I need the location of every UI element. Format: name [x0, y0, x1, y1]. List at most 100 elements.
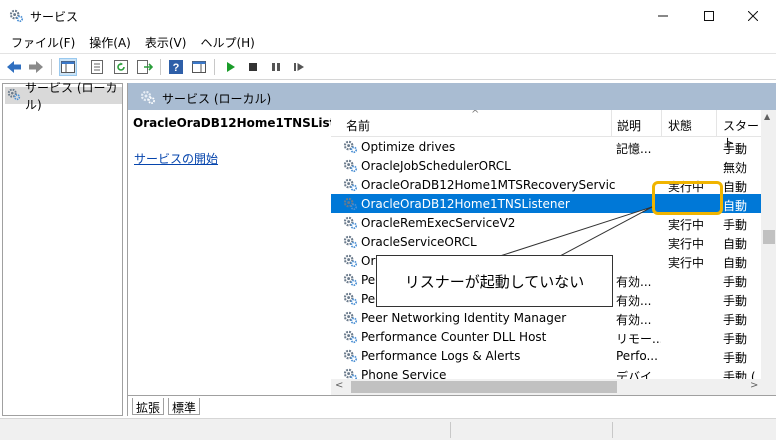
table-row[interactable]: OracleServiceORCL 実行中 自動 [331, 232, 761, 251]
table-row[interactable]: OracleRemExecServiceV2 実行中 手動 [331, 213, 761, 232]
menu-view[interactable]: 表示(V) [138, 31, 194, 53]
service-gear-icon [343, 348, 358, 363]
panel-header: サービス (ローカル) [128, 83, 776, 110]
horizontal-scroll-thumb[interactable] [351, 381, 617, 393]
back-arrow-icon[interactable] [5, 58, 23, 76]
service-description-cell: 有効... [616, 275, 652, 289]
service-startup-cell: 無効 [723, 161, 748, 175]
column-header-description[interactable]: 説明 [617, 117, 641, 134]
list-header: ^ 名前 説明 状態 スタート [331, 110, 761, 150]
service-gear-icon [343, 158, 358, 173]
tab-extended[interactable]: 拡張 [132, 398, 165, 415]
service-gear-icon [343, 310, 358, 325]
table-row[interactable]: Optimize drives 記憶... 手動 [331, 137, 761, 156]
service-name-cell: OracleServiceORCL [361, 235, 477, 249]
service-description-cell: Perfo... [616, 349, 658, 363]
close-button[interactable] [730, 0, 776, 31]
status-divider [450, 422, 451, 438]
scroll-corner [761, 379, 776, 395]
table-row[interactable]: OracleJobSchedulerORCL 無効 [331, 156, 761, 175]
service-name-cell: Peer Networking Identity Manager [361, 311, 567, 325]
service-startup-cell: 手動 [723, 275, 748, 289]
menu-file[interactable]: ファイル(F) [4, 31, 82, 53]
column-divider[interactable] [611, 110, 612, 137]
forward-arrow-icon[interactable] [27, 58, 45, 76]
service-name-cell: OracleOraDB12Home1MTSRecoveryService [361, 178, 616, 192]
horizontal-scrollbar[interactable]: < > [331, 379, 761, 395]
service-gear-icon [343, 234, 358, 249]
service-name-cell: Performance Logs & Alerts [361, 349, 521, 363]
refresh-icon[interactable] [112, 58, 130, 76]
status-divider [612, 422, 613, 438]
service-name-cell: OracleJobSchedulerORCL [361, 159, 511, 173]
window-title: サービス [30, 10, 79, 24]
service-description-cell: 有効... [616, 313, 652, 327]
status-bar [0, 418, 776, 440]
table-row[interactable]: Peer Networking Identity Manager 有効... 手動 [331, 308, 761, 327]
properties-icon[interactable] [88, 58, 106, 76]
scroll-up-icon[interactable]: ▲ [764, 112, 770, 121]
service-gear-icon [343, 139, 358, 154]
console-tree: サービス (ローカル) [2, 81, 123, 416]
column-divider[interactable] [716, 110, 717, 137]
start-service-icon[interactable] [221, 58, 239, 76]
service-gear-icon [343, 177, 358, 192]
minimize-button[interactable] [640, 0, 686, 31]
column-header-name[interactable]: 名前 [346, 117, 370, 134]
service-gear-icon [343, 253, 358, 268]
service-description-cell: リモー... [616, 332, 661, 346]
menu-help[interactable]: ヘルプ(H) [193, 31, 261, 53]
view-tabs: 拡張 標準 [128, 395, 776, 416]
tree-item-label: サービス (ローカル) [25, 80, 118, 112]
service-name-cell: Performance Counter DLL Host [361, 330, 547, 344]
tab-standard[interactable]: 標準 [168, 398, 201, 415]
toolbar-divider [160, 59, 161, 75]
service-description-pane: OracleOraDB12Home1TNSListener サービスの開始 [133, 116, 366, 166]
export-list-icon[interactable] [136, 58, 154, 76]
pause-service-icon[interactable] [267, 58, 285, 76]
column-divider[interactable] [661, 110, 662, 137]
annotation-callout: リスナーが起動していない [376, 255, 613, 307]
service-startup-cell: 自動 [723, 237, 748, 251]
service-name-cell: OracleRemExecServiceV2 [361, 216, 516, 230]
service-startup-cell: 自動 [723, 180, 748, 194]
maximize-button[interactable] [686, 0, 732, 31]
service-description-cell: 記憶... [616, 142, 652, 156]
service-status-cell: 実行中 [668, 256, 705, 270]
column-header-status[interactable]: 状態 [668, 117, 692, 134]
tree-item-services-local[interactable]: サービス (ローカル) [5, 81, 122, 112]
title-bar: サービス [0, 0, 776, 31]
service-status-cell: 実行中 [668, 218, 705, 232]
toolbar: ? [0, 53, 776, 80]
table-row[interactable]: Performance Logs & Alerts Perfo... 手動 [331, 346, 761, 365]
menu-action[interactable]: 操作(A) [82, 31, 138, 53]
scroll-left-icon[interactable]: < [335, 380, 343, 391]
stop-service-icon[interactable] [244, 58, 262, 76]
service-gear-icon [343, 196, 358, 211]
services-list: ^ 名前 説明 状態 スタート Optimize drives 記憶... 手動 Or… [331, 110, 776, 397]
service-startup-cell: 手動 [723, 313, 748, 327]
service-startup-cell: 手動 [723, 218, 748, 232]
menu-bar: ファイル(F) 操作(A) 表示(V) ヘルプ(H) [0, 31, 776, 53]
vertical-scroll-thumb[interactable] [763, 230, 775, 244]
service-startup-cell: 手動 [723, 294, 748, 308]
scroll-right-icon[interactable]: > [750, 380, 758, 391]
service-gear-icon [343, 329, 358, 344]
service-gear-icon [343, 291, 358, 306]
services-gear-icon [7, 87, 21, 104]
restart-service-icon[interactable] [290, 58, 308, 76]
sort-ascending-icon: ^ [471, 110, 480, 120]
status-highlight-box [652, 181, 723, 215]
svg-text:?: ? [173, 62, 180, 74]
show-action-pane-icon[interactable] [190, 58, 208, 76]
service-gear-icon [343, 215, 358, 230]
table-row[interactable]: Performance Counter DLL Host リモー... 手動 [331, 327, 761, 346]
service-startup-cell: 自動 [723, 256, 748, 270]
help-icon[interactable]: ? [167, 58, 185, 76]
vertical-scrollbar[interactable]: ▲ [761, 110, 776, 397]
service-startup-cell: 自動 [723, 199, 748, 213]
start-service-link[interactable]: サービスの開始 [134, 150, 218, 167]
show-hide-console-tree-icon[interactable] [59, 58, 77, 76]
toolbar-divider [51, 59, 52, 75]
services-gear-icon [9, 8, 24, 23]
